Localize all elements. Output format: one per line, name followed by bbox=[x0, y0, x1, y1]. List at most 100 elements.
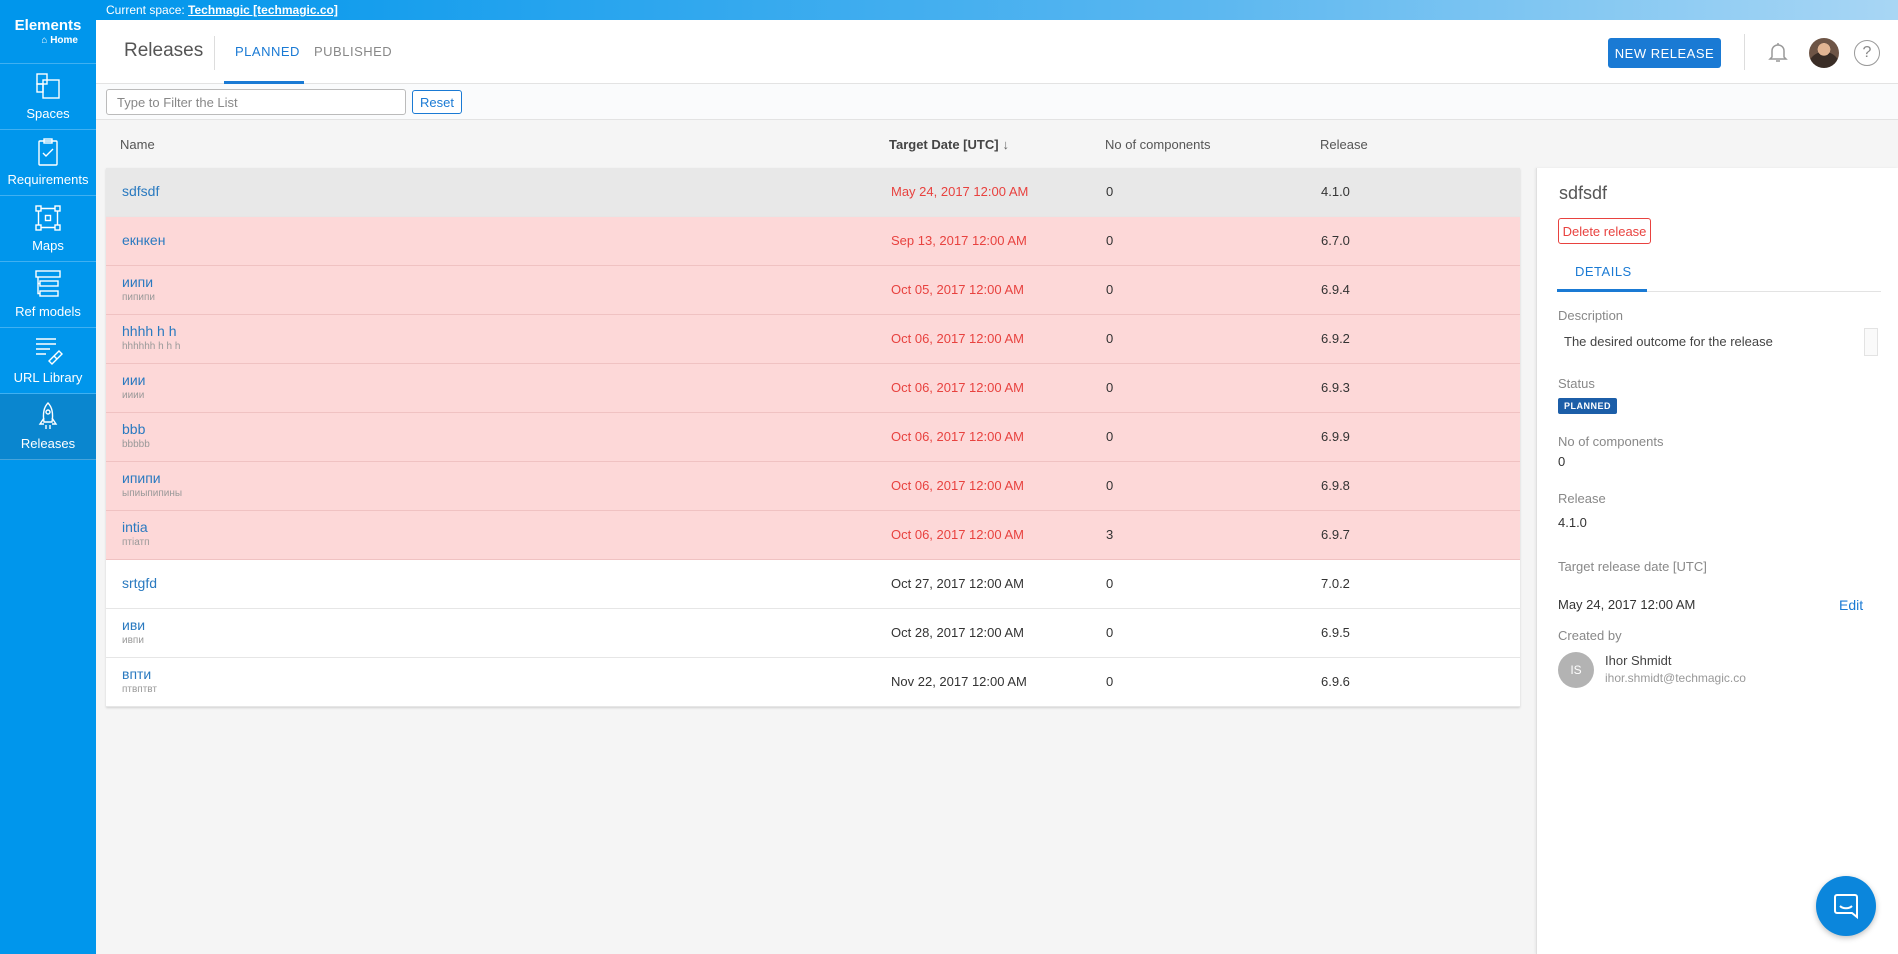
target-date-cell: Oct 28, 2017 12:00 AM bbox=[891, 625, 1024, 640]
description-scrollbar[interactable] bbox=[1864, 328, 1878, 356]
release-name-cell: иипи пипипи bbox=[122, 274, 155, 305]
brand-home-link[interactable]: Elements ⌂ Home bbox=[0, 0, 96, 64]
page-header: Releases PLANNED PUBLISHED NEW RELEASE ? bbox=[96, 20, 1898, 84]
release-subtitle: bbbbb bbox=[122, 439, 150, 450]
current-space-label: Current space: bbox=[106, 3, 185, 17]
tab-details[interactable]: DETAILS bbox=[1575, 264, 1632, 279]
components-cell: 0 bbox=[1106, 478, 1114, 493]
release-name-cell: sdfsdf bbox=[122, 183, 159, 199]
release-cell: 6.9.7 bbox=[1321, 527, 1350, 542]
release-name-link[interactable]: hhhh h h bbox=[122, 323, 180, 339]
target-date-cell: Oct 06, 2017 12:00 AM bbox=[891, 527, 1024, 542]
release-name-link[interactable]: иипи bbox=[122, 274, 155, 290]
sidebar-item-url-library[interactable]: URL Library bbox=[0, 328, 96, 394]
new-release-button[interactable]: NEW RELEASE bbox=[1608, 38, 1721, 68]
release-subtitle: hhhhhh h h h bbox=[122, 341, 181, 352]
detail-title: sdfsdf bbox=[1559, 183, 1608, 203]
home-link[interactable]: ⌂ Home bbox=[0, 35, 96, 46]
target-date-cell: Oct 06, 2017 12:00 AM bbox=[891, 478, 1024, 493]
table-row[interactable]: иипи пипипи Oct 05, 2017 12:00 AM 0 6.9.4 bbox=[106, 266, 1520, 315]
releases-icon bbox=[38, 402, 58, 429]
release-cell: 6.9.3 bbox=[1321, 380, 1350, 395]
requirements-icon bbox=[38, 138, 58, 166]
column-header-label: Target Date [UTC] bbox=[889, 137, 999, 152]
current-space-link[interactable]: Techmagic [techmagic.co] bbox=[188, 3, 338, 17]
column-header-components[interactable]: No of components bbox=[1105, 137, 1211, 152]
table-row[interactable]: иии ииии Oct 06, 2017 12:00 AM 0 6.9.3 bbox=[106, 364, 1520, 413]
current-space-bar: Current space: Techmagic [techmagic.co] bbox=[96, 0, 1898, 20]
components-value: 0 bbox=[1558, 454, 1566, 469]
column-header-release[interactable]: Release bbox=[1320, 137, 1368, 152]
filter-input[interactable] bbox=[106, 89, 406, 115]
url-library-icon bbox=[36, 338, 63, 365]
components-cell: 0 bbox=[1106, 674, 1114, 689]
sidebar-item-label: Spaces bbox=[26, 106, 70, 121]
release-name-link[interactable]: bbb bbox=[122, 421, 150, 437]
components-cell: 0 bbox=[1106, 331, 1114, 346]
sidebar-item-label: Releases bbox=[20, 436, 76, 451]
release-name-link[interactable]: sdfsdf bbox=[122, 183, 159, 199]
release-cell: 7.0.2 bbox=[1321, 576, 1350, 591]
tab-planned[interactable]: PLANNED bbox=[235, 44, 300, 59]
table-row[interactable]: екнкен Sep 13, 2017 12:00 AM 0 6.7.0 bbox=[106, 217, 1520, 266]
release-name-cell: srtgfd bbox=[122, 575, 157, 591]
sidebar-item-spaces[interactable]: Spaces bbox=[0, 64, 96, 130]
releases-table: sdfsdf May 24, 2017 12:00 AM 0 4.1.0 екнкен S… bbox=[106, 168, 1520, 707]
sidebar-item-label: Maps bbox=[32, 238, 64, 253]
active-tab-indicator bbox=[1557, 289, 1647, 292]
components-cell: 0 bbox=[1106, 625, 1114, 640]
release-name-link[interactable]: intia bbox=[122, 519, 150, 535]
release-cell: 4.1.0 bbox=[1321, 184, 1350, 199]
sidebar-item-label: Ref models bbox=[15, 304, 81, 319]
table-row[interactable]: впти птвптвт Nov 22, 2017 12:00 AM 0 6.9.6 bbox=[106, 658, 1520, 707]
table-row[interactable]: bbb bbbbb Oct 06, 2017 12:00 AM 0 6.9.9 bbox=[106, 413, 1520, 462]
components-label: No of components bbox=[1558, 434, 1664, 449]
table-row[interactable]: иви ивпи Oct 28, 2017 12:00 AM 0 6.9.5 bbox=[106, 609, 1520, 658]
components-cell: 0 bbox=[1106, 429, 1114, 444]
sidebar: Elements ⌂ Home Spaces Requirements Maps… bbox=[0, 0, 96, 954]
table-row[interactable]: hhhh h h hhhhhh h h h Oct 06, 2017 12:00 A… bbox=[106, 315, 1520, 364]
table-row[interactable]: srtgfd Oct 27, 2017 12:00 AM 0 7.0.2 bbox=[106, 560, 1520, 609]
release-name-link[interactable]: srtgfd bbox=[122, 575, 157, 591]
sidebar-item-requirements[interactable]: Requirements bbox=[0, 130, 96, 196]
target-date-cell: Nov 22, 2017 12:00 AM bbox=[891, 674, 1027, 689]
table-row[interactable]: intia птiатп Oct 06, 2017 12:00 AM 3 6.9.7 bbox=[106, 511, 1520, 560]
filter-bar: Reset bbox=[96, 84, 1898, 120]
release-subtitle: ыпиыпипины bbox=[122, 488, 183, 499]
components-cell: 0 bbox=[1106, 282, 1114, 297]
release-label: Release bbox=[1558, 491, 1606, 506]
release-subtitle: птiатп bbox=[122, 537, 150, 548]
release-name-link[interactable]: ипипи bbox=[122, 470, 182, 486]
release-cell: 6.9.8 bbox=[1321, 478, 1350, 493]
target-date-label: Target release date [UTC] bbox=[1558, 559, 1707, 574]
column-header-target-date[interactable]: Target Date [UTC] ↓ bbox=[889, 137, 1009, 152]
help-icon[interactable]: ? bbox=[1854, 40, 1880, 66]
description-field[interactable]: The desired outcome for the release bbox=[1558, 328, 1880, 356]
release-name-link[interactable]: екнкен bbox=[122, 232, 165, 248]
tab-published[interactable]: PUBLISHED bbox=[314, 44, 392, 59]
column-header-name[interactable]: Name bbox=[120, 137, 155, 152]
release-name-link[interactable]: впти bbox=[122, 666, 157, 682]
chat-icon bbox=[1834, 894, 1858, 920]
sidebar-item-releases[interactable]: Releases bbox=[0, 394, 96, 460]
table-row[interactable]: sdfsdf May 24, 2017 12:00 AM 0 4.1.0 bbox=[106, 168, 1520, 217]
sidebar-item-maps[interactable]: Maps bbox=[0, 196, 96, 262]
sidebar-item-ref-models[interactable]: Ref models bbox=[0, 262, 96, 328]
chat-button[interactable] bbox=[1816, 876, 1876, 936]
release-value: 4.1.0 bbox=[1558, 515, 1587, 530]
bell-icon[interactable] bbox=[1766, 40, 1790, 64]
reset-button[interactable]: Reset bbox=[412, 90, 462, 114]
edit-target-date-link[interactable]: Edit bbox=[1839, 597, 1863, 613]
creator-avatar: IS bbox=[1558, 652, 1594, 688]
release-cell: 6.9.9 bbox=[1321, 429, 1350, 444]
release-name-link[interactable]: иви bbox=[122, 617, 145, 633]
user-avatar[interactable] bbox=[1809, 38, 1839, 68]
components-cell: 3 bbox=[1106, 527, 1114, 542]
release-name-cell: впти птвптвт bbox=[122, 666, 157, 697]
delete-release-button[interactable]: Delete release bbox=[1558, 218, 1651, 244]
table-row[interactable]: ипипи ыпиыпипины Oct 06, 2017 12:00 AM 0 6.9… bbox=[106, 462, 1520, 511]
target-date-cell: Sep 13, 2017 12:00 AM bbox=[891, 233, 1027, 248]
target-date-value: May 24, 2017 12:00 AM bbox=[1558, 597, 1696, 612]
release-name-link[interactable]: иии bbox=[122, 372, 145, 388]
status-label: Status bbox=[1558, 376, 1595, 391]
